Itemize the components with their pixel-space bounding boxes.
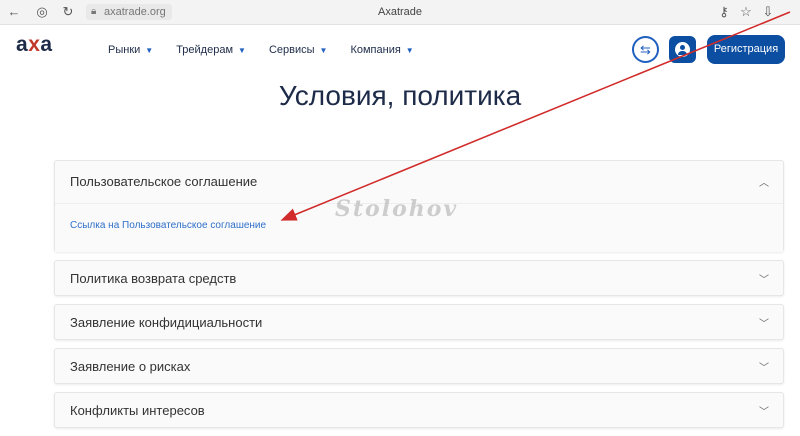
chevron-down-icon: ﹀ — [759, 363, 769, 374]
browser-toolbar: ← ◎ ↻ 🔒︎ axatrade.org Axatrade ⚷ ☆ ⇩ — [0, 0, 800, 25]
address-bar[interactable]: 🔒︎ axatrade.org — [86, 4, 172, 20]
url-text: axatrade.org — [104, 6, 166, 18]
nav-item-traders[interactable]: Трейдерам ▼ — [176, 44, 246, 56]
accordion-label: Заявление конфидициальности — [70, 315, 263, 330]
reload-icon[interactable]: ↻ — [60, 4, 76, 20]
accordion-item-risk-statement[interactable]: Заявление о рисках ﹀ — [54, 348, 784, 384]
accordion-label: Конфликты интересов — [70, 403, 205, 418]
nav-item-services[interactable]: Сервисы ▼ — [269, 44, 328, 56]
nav-label: Трейдерам — [176, 44, 234, 56]
nav-label: Сервисы — [268, 44, 315, 56]
chevron-down-icon: ▼ — [145, 45, 154, 55]
chevron-down-icon: ▼ — [319, 45, 328, 55]
chevron-down-icon: ▼ — [405, 45, 414, 55]
logo-part-b: а — [40, 33, 53, 56]
register-button[interactable]: Регистрация — [707, 35, 785, 64]
key-icon[interactable]: ⚷ — [716, 4, 732, 20]
accordion-header[interactable]: Конфликты интересов ﹀ — [55, 393, 783, 429]
accordion-item-privacy-statement[interactable]: Заявление конфидициальности ﹀ — [54, 304, 784, 340]
accordion-header[interactable]: Пользовательское соглашение ︿ — [55, 161, 783, 203]
nav-item-markets[interactable]: Рынки ▼ — [108, 44, 153, 56]
page-title: Условия, политика — [278, 80, 522, 111]
chevron-down-icon: ﹀ — [759, 319, 769, 330]
accordion-header[interactable]: Заявление о рисках ﹀ — [55, 349, 783, 385]
policies-accordion: Пользовательское соглашение ︿ Ссылка на … — [54, 160, 784, 436]
lock-icon: 🔒︎ — [91, 6, 97, 17]
accordion-body: Ссылка на Пользовательское соглашение — [55, 203, 783, 252]
back-icon[interactable]: ← — [6, 4, 22, 20]
shield-icon[interactable]: ◎ — [34, 4, 50, 20]
chevron-down-icon: ▼ — [238, 45, 246, 55]
swap-icon: ⇆ — [640, 42, 651, 57]
accordion-item-user-agreement: Пользовательское соглашение ︿ Ссылка на … — [54, 160, 784, 252]
user-agreement-link[interactable]: Ссылка на Пользовательское соглашение — [70, 220, 266, 231]
switch-account-button[interactable]: ⇆ — [632, 36, 659, 63]
bookmark-icon[interactable]: ☆ — [738, 4, 754, 20]
nav-item-company[interactable]: Компания ▼ — [350, 44, 413, 56]
main-nav: Рынки ▼ Трейдерам ▼ Сервисы ▼ Компания ▼ — [108, 44, 437, 56]
accordion-label: Политика возврата средств — [70, 271, 237, 286]
site-header: аха Рынки ▼ Трейдерам ▼ Сервисы ▼ Компан… — [0, 25, 800, 75]
nav-label: Компания — [350, 44, 401, 56]
user-icon — [675, 42, 690, 57]
logo[interactable]: аха — [16, 33, 53, 57]
accordion-item-conflicts-of-interest[interactable]: Конфликты интересов ﹀ — [54, 392, 784, 428]
accordion-item-refund-policy[interactable]: Политика возврата средств ﹀ — [54, 260, 784, 296]
chevron-up-icon: ︿ — [759, 178, 769, 189]
accordion-label: Пользовательское соглашение — [70, 174, 258, 189]
logo-part-x: х — [28, 33, 41, 56]
chevron-down-icon: ﹀ — [759, 275, 769, 286]
logo-part-a: а — [16, 33, 29, 56]
nav-label: Рынки — [108, 44, 141, 56]
downloads-icon[interactable]: ⇩ — [760, 4, 776, 20]
accordion-label: Заявление о рисках — [70, 359, 191, 374]
login-button[interactable] — [669, 36, 696, 63]
accordion-header[interactable]: Политика возврата средств ﹀ — [55, 261, 783, 297]
chevron-down-icon: ﹀ — [759, 407, 769, 418]
accordion-header[interactable]: Заявление конфидициальности ﹀ — [55, 305, 783, 341]
